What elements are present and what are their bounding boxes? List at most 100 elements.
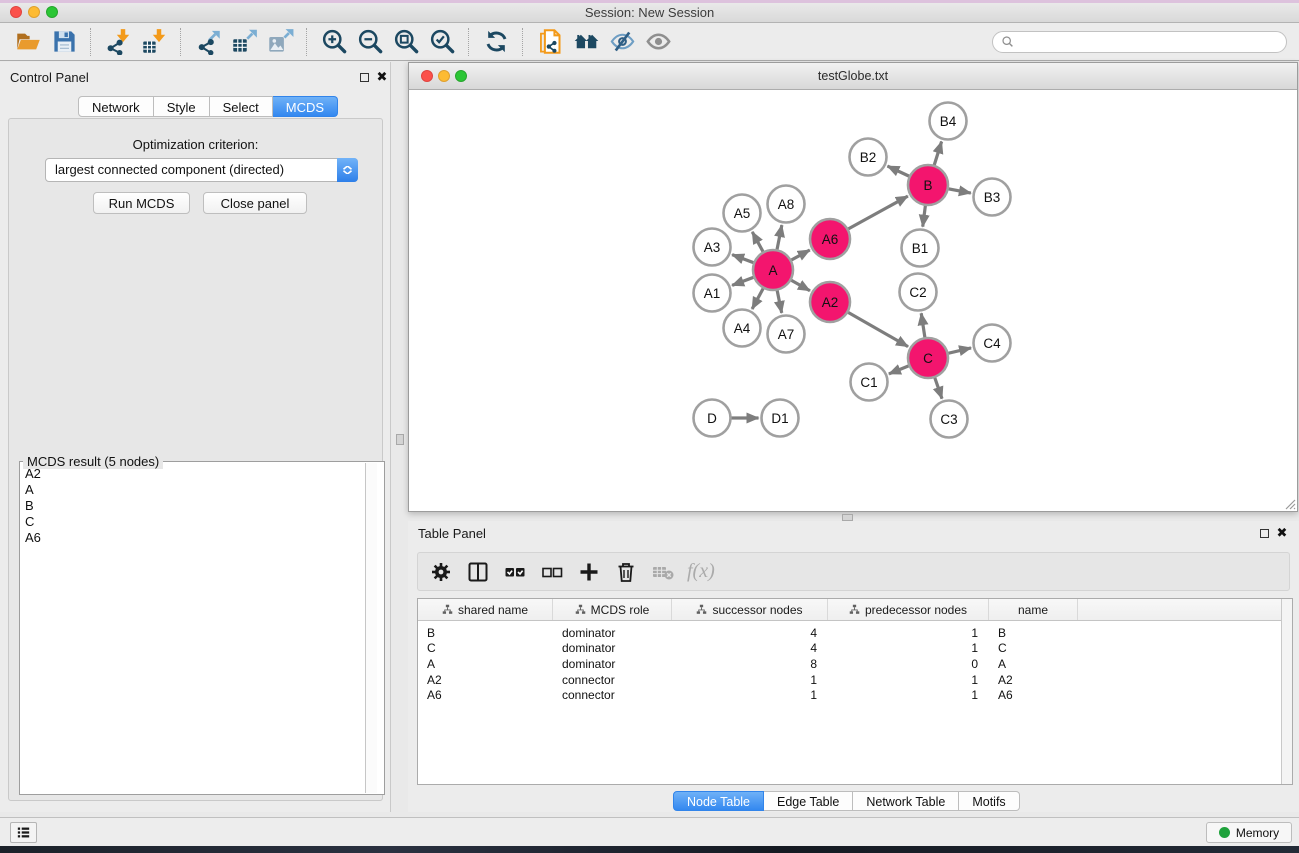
- cell-predecessor-nodes[interactable]: 1: [828, 688, 989, 702]
- column-header-predecessor-nodes[interactable]: predecessor nodes: [828, 599, 989, 620]
- cell-shared-name[interactable]: A6: [418, 688, 553, 702]
- export-image-icon[interactable]: [262, 26, 298, 58]
- cell-successor-nodes[interactable]: 8: [672, 657, 828, 671]
- cell-shared-name[interactable]: A2: [418, 673, 553, 687]
- table-tab-motifs[interactable]: Motifs: [959, 791, 1019, 811]
- resize-grip-icon[interactable]: [1282, 496, 1296, 510]
- network-minimize-traffic-light[interactable]: [438, 70, 450, 82]
- table-tab-node-table[interactable]: Node Table: [673, 791, 764, 811]
- node-B3[interactable]: B3: [974, 179, 1011, 216]
- node-A[interactable]: A: [753, 250, 793, 290]
- houses-icon[interactable]: [568, 26, 604, 58]
- node-B4[interactable]: B4: [930, 103, 967, 140]
- table-tab-edge-table[interactable]: Edge Table: [764, 791, 853, 811]
- cell-successor-nodes[interactable]: 4: [672, 626, 828, 640]
- horizontal-splitter-grip[interactable]: [842, 514, 853, 521]
- cell-MCDS-role[interactable]: connector: [553, 688, 672, 702]
- node-A1[interactable]: A1: [694, 275, 731, 312]
- cell-successor-nodes[interactable]: 1: [672, 688, 828, 702]
- node-C1[interactable]: C1: [851, 364, 888, 401]
- node-A4[interactable]: A4: [724, 310, 761, 347]
- run-mcds-button[interactable]: Run MCDS: [93, 192, 190, 214]
- cell-shared-name[interactable]: A: [418, 657, 553, 671]
- list-icon[interactable]: [10, 822, 37, 843]
- memory-button[interactable]: Memory: [1206, 822, 1292, 843]
- save-session-icon[interactable]: [46, 26, 82, 58]
- tab-style[interactable]: Style: [154, 96, 210, 117]
- maximize-traffic-light[interactable]: [46, 6, 58, 18]
- table-row[interactable]: Bdominator41B: [418, 625, 1292, 641]
- cell-name[interactable]: A: [989, 657, 1078, 671]
- zoom-fit-icon[interactable]: [388, 26, 424, 58]
- node-D1[interactable]: D1: [762, 400, 799, 437]
- cell-shared-name[interactable]: B: [418, 626, 553, 640]
- node-A5[interactable]: A5: [724, 195, 761, 232]
- cell-name[interactable]: B: [989, 626, 1078, 640]
- node-C3[interactable]: C3: [931, 401, 968, 438]
- cell-predecessor-nodes[interactable]: 1: [828, 641, 989, 655]
- network-maximize-traffic-light[interactable]: [455, 70, 467, 82]
- result-item[interactable]: B: [21, 498, 364, 514]
- column-header-MCDS-role[interactable]: MCDS role: [553, 599, 672, 620]
- result-item[interactable]: A6: [21, 530, 364, 546]
- tab-mcds[interactable]: MCDS: [273, 96, 338, 117]
- cell-MCDS-role[interactable]: dominator: [553, 626, 672, 640]
- control-panel-float-button[interactable]: [360, 73, 369, 82]
- cell-MCDS-role[interactable]: dominator: [553, 641, 672, 655]
- new-network-file-icon[interactable]: [532, 26, 568, 58]
- node-A2[interactable]: A2: [810, 282, 850, 322]
- add-column-icon[interactable]: [574, 557, 604, 587]
- close-traffic-light[interactable]: [10, 6, 22, 18]
- tab-select[interactable]: Select: [210, 96, 273, 117]
- cell-predecessor-nodes[interactable]: 1: [828, 673, 989, 687]
- cell-predecessor-nodes[interactable]: 0: [828, 657, 989, 671]
- minimize-traffic-light[interactable]: [28, 6, 40, 18]
- export-table-icon[interactable]: [226, 26, 262, 58]
- search-box[interactable]: [992, 31, 1287, 53]
- hide-eye-icon[interactable]: [604, 26, 640, 58]
- cell-name[interactable]: C: [989, 641, 1078, 655]
- cell-shared-name[interactable]: C: [418, 641, 553, 655]
- column-header-successor-nodes[interactable]: successor nodes: [672, 599, 828, 620]
- import-network-icon[interactable]: [100, 26, 136, 58]
- control-panel-close-button[interactable]: ✖: [374, 69, 390, 85]
- zoom-in-icon[interactable]: [316, 26, 352, 58]
- result-list-scrollbar[interactable]: [365, 463, 377, 793]
- node-B2[interactable]: B2: [850, 139, 887, 176]
- delete-column-icon[interactable]: [611, 557, 641, 587]
- network-close-traffic-light[interactable]: [421, 70, 433, 82]
- node-C4[interactable]: C4: [974, 325, 1011, 362]
- export-network-icon[interactable]: [190, 26, 226, 58]
- result-item[interactable]: A: [21, 482, 364, 498]
- cell-successor-nodes[interactable]: 4: [672, 641, 828, 655]
- zoom-out-icon[interactable]: [352, 26, 388, 58]
- gear-icon[interactable]: [426, 557, 456, 587]
- node-A7[interactable]: A7: [768, 316, 805, 353]
- column-header-name[interactable]: name: [989, 599, 1078, 620]
- node-A8[interactable]: A8: [768, 186, 805, 223]
- show-eye-icon[interactable]: [640, 26, 676, 58]
- cell-name[interactable]: A6: [989, 688, 1078, 702]
- node-D[interactable]: D: [694, 400, 731, 437]
- result-item[interactable]: C: [21, 514, 364, 530]
- cell-name[interactable]: A2: [989, 673, 1078, 687]
- cell-MCDS-role[interactable]: dominator: [553, 657, 672, 671]
- folder-open-icon[interactable]: [10, 26, 46, 58]
- node-C2[interactable]: C2: [900, 274, 937, 311]
- table-row[interactable]: Cdominator41C: [418, 641, 1292, 657]
- zoom-selected-icon[interactable]: [424, 26, 460, 58]
- table-scrollbar[interactable]: [1281, 599, 1292, 784]
- table-panel-float-button[interactable]: [1260, 529, 1269, 538]
- cell-successor-nodes[interactable]: 1: [672, 673, 828, 687]
- node-C[interactable]: C: [908, 338, 948, 378]
- table-row[interactable]: A2connector11A2: [418, 672, 1292, 688]
- refresh-layout-icon[interactable]: [478, 26, 514, 58]
- node-A6[interactable]: A6: [810, 219, 850, 259]
- column-header-shared-name[interactable]: shared name: [418, 599, 553, 620]
- result-item[interactable]: A2: [21, 466, 364, 482]
- node-B1[interactable]: B1: [902, 230, 939, 267]
- node-B[interactable]: B: [908, 165, 948, 205]
- import-table-icon[interactable]: [136, 26, 172, 58]
- vertical-splitter-grip[interactable]: [396, 434, 404, 445]
- deselect-checkboxes-icon[interactable]: [537, 557, 567, 587]
